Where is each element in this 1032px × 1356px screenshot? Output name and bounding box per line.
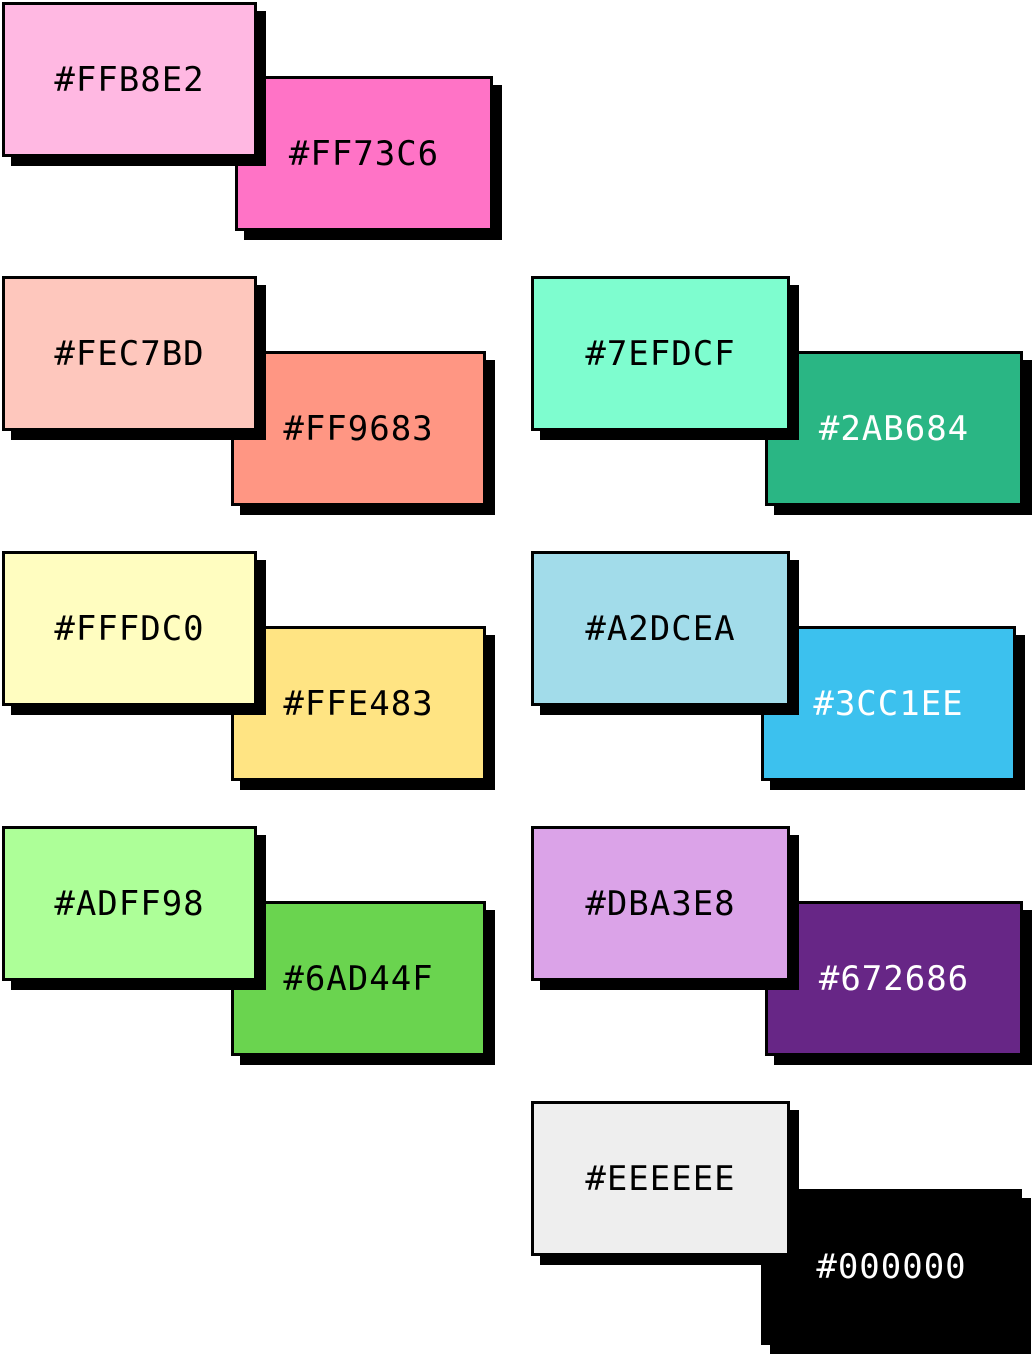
swatch-label: #FFB8E2 [54, 59, 205, 100]
swatch-ff9683: #FF9683 [231, 351, 486, 506]
swatch-label: #FFE483 [283, 683, 434, 724]
swatch-6ad44f: #6AD44F [231, 901, 486, 1056]
swatch-2ab684: #2AB684 [765, 351, 1023, 506]
swatch-label: #FEC7BD [54, 333, 205, 374]
swatch-label: #ADFF98 [54, 883, 205, 924]
swatch-fffdc0: #FFFDC0 [2, 551, 257, 706]
swatch-label: #FFFDC0 [54, 608, 205, 649]
swatch-label: #000000 [816, 1247, 967, 1287]
swatch-label: #DBA3E8 [585, 883, 736, 924]
swatch-label: #A2DCEA [585, 608, 736, 649]
swatch-a2dcea: #A2DCEA [531, 551, 790, 706]
swatch-label: #EEEEEE [585, 1158, 736, 1199]
swatch-fec7bd: #FEC7BD [2, 276, 257, 431]
swatch-eeeeee: #EEEEEE [531, 1101, 790, 1256]
swatch-ffe483: #FFE483 [231, 626, 486, 781]
color-palette: #FFB8E2 #FF73C6 #FEC7BD #FF9683 #7EFDCF … [0, 0, 1032, 1356]
swatch-ffb8e2: #FFB8E2 [2, 2, 257, 157]
swatch-label: #2AB684 [818, 408, 970, 449]
swatch-adff98: #ADFF98 [2, 826, 257, 981]
swatch-label: #3CC1EE [813, 683, 964, 724]
swatch-ff73c6: #FF73C6 [235, 76, 493, 231]
swatch-label: #672686 [818, 958, 970, 999]
swatch-672686: #672686 [765, 901, 1023, 1056]
swatch-7efdcf: #7EFDCF [531, 276, 790, 431]
swatch-3cc1ee: #3CC1EE [761, 626, 1016, 781]
swatch-label: #FF9683 [283, 408, 434, 449]
swatch-label: #7EFDCF [585, 333, 736, 374]
swatch-label: #6AD44F [283, 958, 434, 999]
swatch-000000: #000000 [761, 1189, 1022, 1345]
swatch-label: #FF73C6 [288, 133, 440, 174]
swatch-dba3e8: #DBA3E8 [531, 826, 790, 981]
